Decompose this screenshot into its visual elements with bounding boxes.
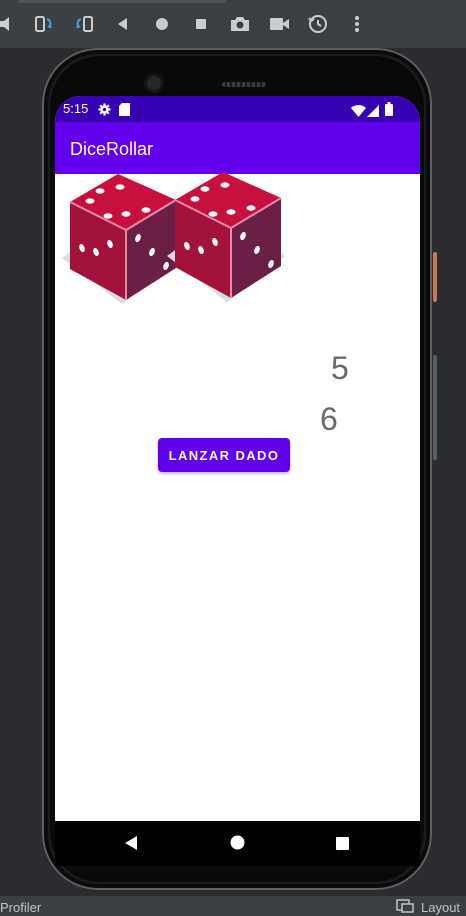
sd-card-icon <box>119 101 130 120</box>
rotate-right-icon[interactable] <box>72 12 98 36</box>
recents-icon[interactable] <box>336 835 349 854</box>
wifi-icon <box>351 102 366 121</box>
die-1-image <box>62 174 180 304</box>
status-time: 5:15 <box>63 101 89 116</box>
rotate-left-icon[interactable] <box>30 12 56 36</box>
device-screen: 5:15 DiceRollar 5 6 LANZAR DADO <box>55 96 420 821</box>
app-bar: DiceRollar <box>55 122 420 174</box>
home-circle-icon[interactable] <box>149 12 175 36</box>
more-vert-icon[interactable] <box>344 12 370 36</box>
video-icon[interactable] <box>266 12 292 36</box>
navigation-bar <box>55 821 420 866</box>
result-second: 6 <box>320 401 338 437</box>
roll-dice-button[interactable]: LANZAR DADO <box>158 438 290 472</box>
app-title: DiceRollar <box>70 139 154 159</box>
back-icon[interactable] <box>124 835 138 855</box>
volume-icon[interactable] <box>0 12 20 36</box>
snapshot-icon[interactable] <box>305 12 331 36</box>
die-2-image <box>167 172 285 302</box>
camera-icon[interactable] <box>227 12 253 36</box>
settings-icon <box>98 101 111 120</box>
toolbar-tab-indicator <box>18 0 226 3</box>
main-content: 5 6 LANZAR DADO <box>55 172 420 821</box>
overview-square-icon[interactable] <box>188 12 214 36</box>
front-camera-icon <box>147 76 161 90</box>
profiler-tab[interactable]: Profiler <box>0 900 41 915</box>
earpiece-speaker <box>222 82 266 87</box>
home-icon[interactable] <box>230 835 245 854</box>
layout-inspector-tab[interactable]: Layout <box>421 900 460 915</box>
status-bar: 5:15 <box>55 96 420 122</box>
result-first: 5 <box>331 350 349 386</box>
emulator-toolbar <box>0 0 466 48</box>
layout-inspector-icon[interactable] <box>396 899 414 916</box>
back-triangle-icon[interactable] <box>110 12 136 36</box>
power-button[interactable] <box>433 252 437 302</box>
ide-bottom-strip: Profiler Layout <box>0 896 466 916</box>
battery-icon <box>385 101 393 120</box>
signal-icon <box>367 102 379 121</box>
volume-rocker[interactable] <box>433 355 437 460</box>
